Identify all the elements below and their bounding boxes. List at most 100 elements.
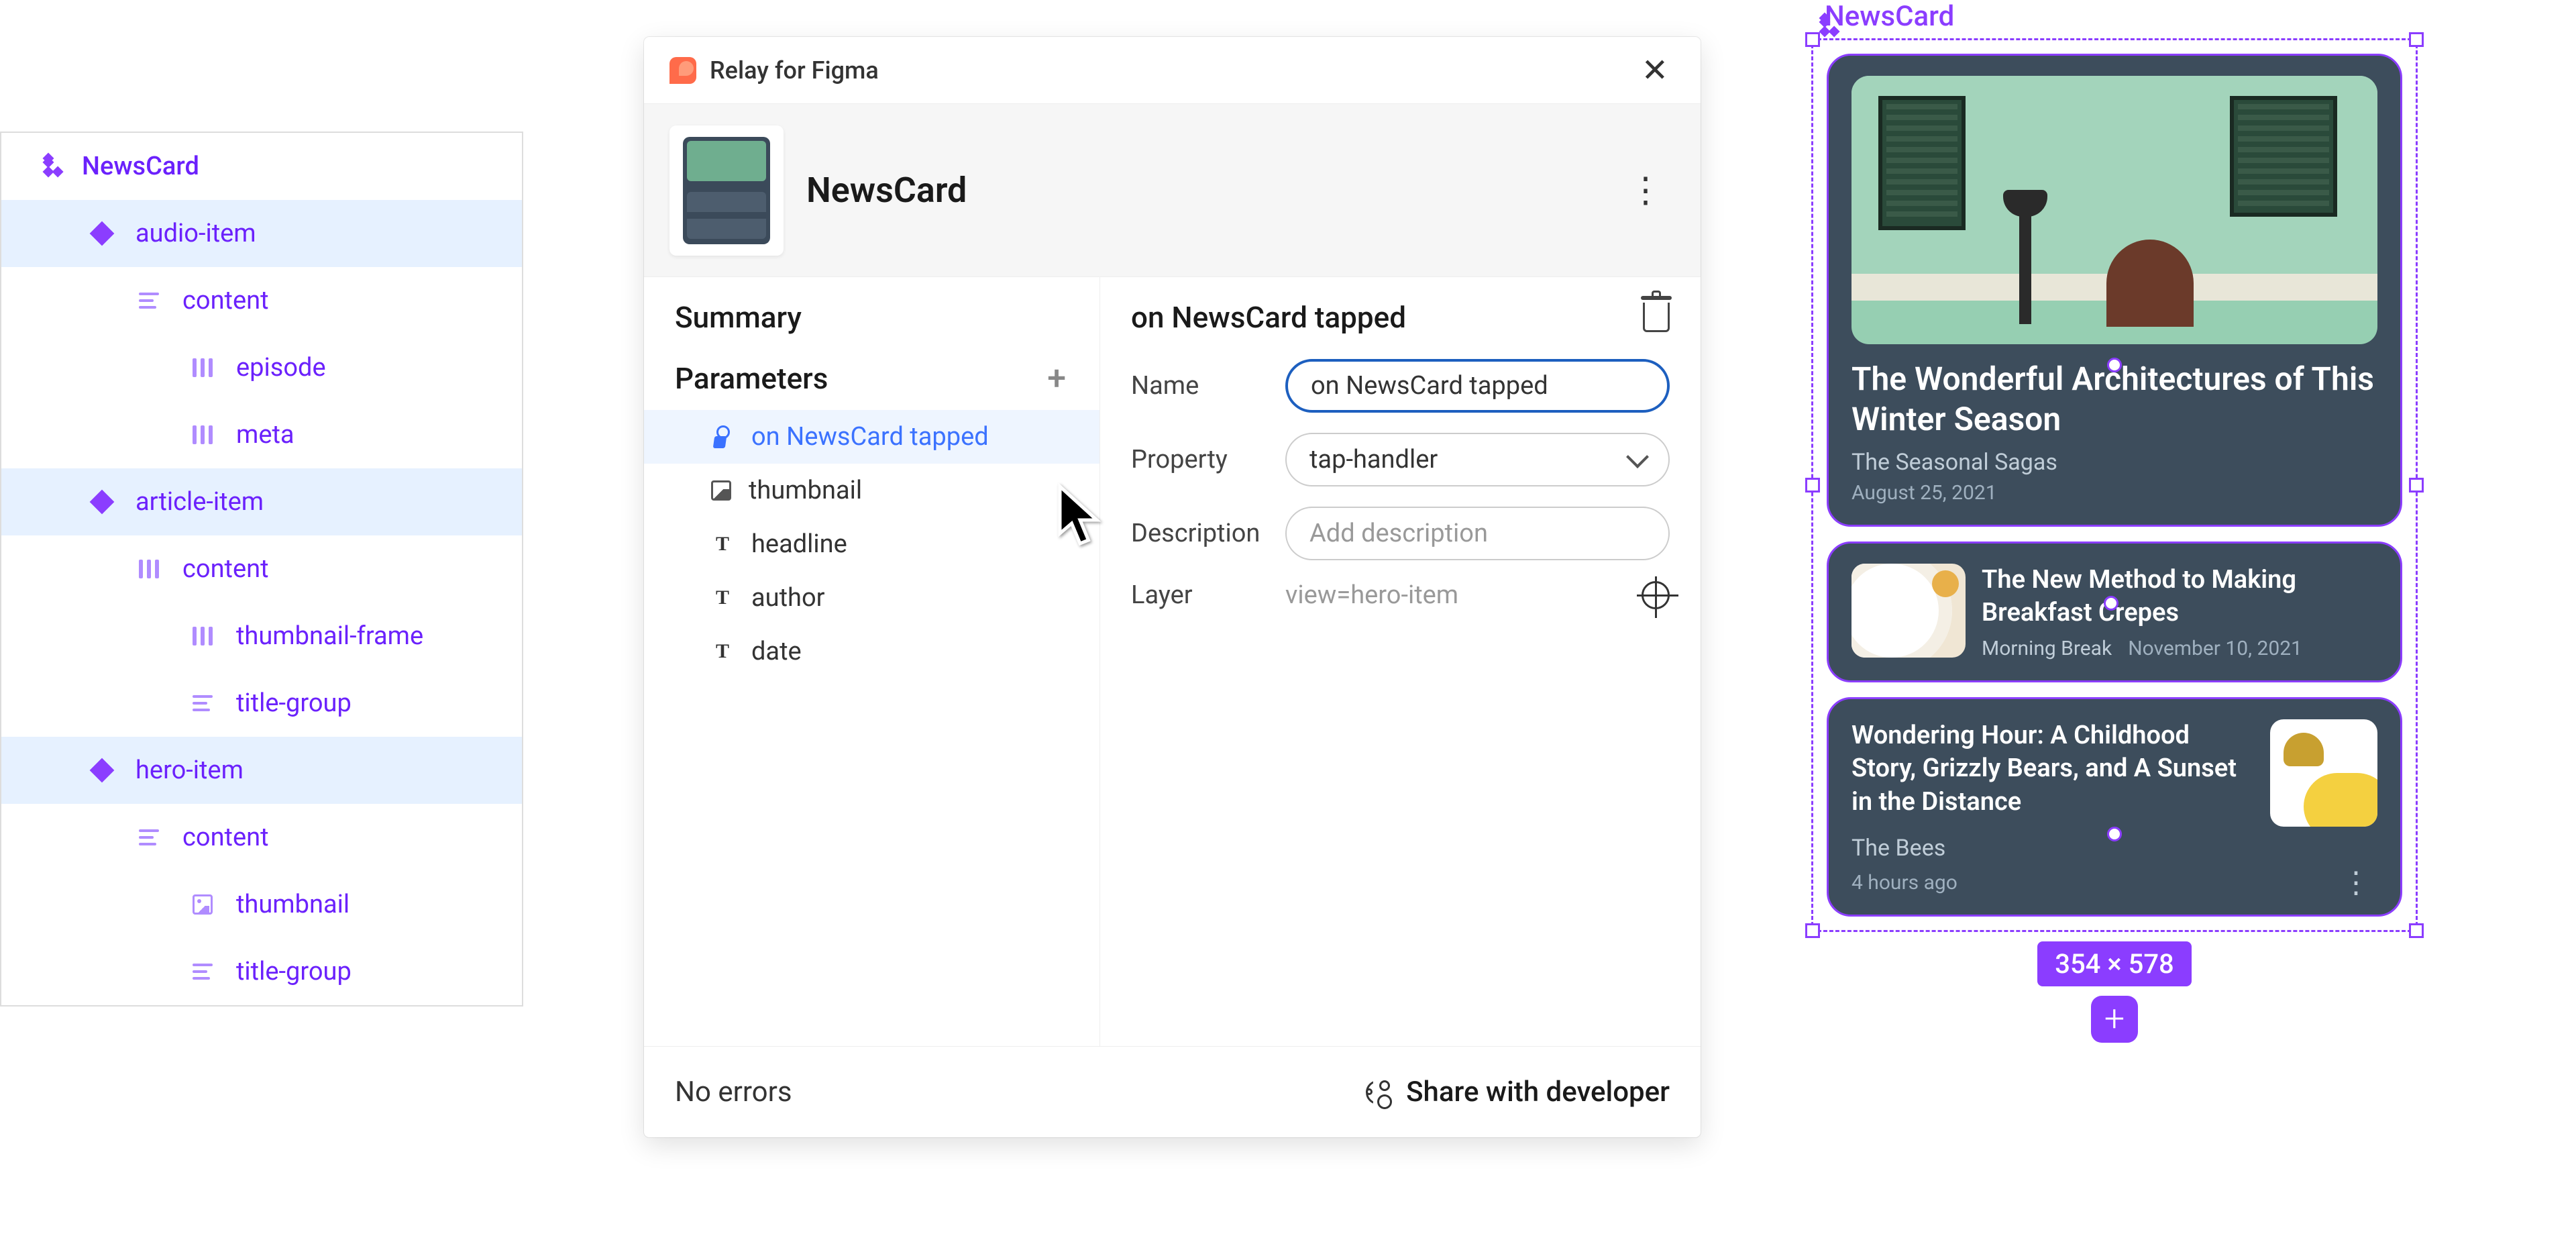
audio-date: 4 hours ago: [1851, 871, 1957, 894]
layer-row-meta[interactable]: meta: [1, 401, 522, 468]
layer-label: thumbnail-frame: [236, 621, 423, 651]
cols-icon: [136, 560, 162, 578]
layer-row-thumbnail[interactable]: thumbnail: [1, 871, 522, 938]
layer-row-title-group[interactable]: title-group: [1, 670, 522, 737]
param-label: author: [751, 583, 825, 613]
property-select[interactable]: tap-handler: [1285, 433, 1670, 486]
layer-label: content: [182, 286, 269, 315]
article-source: Morning Break: [1982, 637, 2112, 660]
layer-label: content: [182, 554, 269, 584]
layer-label: title-group: [236, 957, 352, 986]
parameter-detail-pane: on NewsCard tapped Name on NewsCard tapp…: [1100, 277, 1701, 1046]
more-menu-button[interactable]: ⋮: [1616, 163, 1675, 217]
cols-icon: [189, 358, 216, 377]
layer-label: article-item: [136, 487, 264, 517]
add-variant-button[interactable]: +: [2091, 996, 2138, 1043]
delete-parameter-button[interactable]: [1643, 303, 1670, 332]
hero-item[interactable]: The Wonderful Architectures of This Wint…: [1827, 54, 2402, 527]
bars-icon: [189, 964, 216, 980]
layer-row-content[interactable]: content: [1, 267, 522, 334]
parameter-detail-title: on NewsCard tapped: [1131, 300, 1406, 335]
newscard-component[interactable]: The Wonderful Architectures of This Wint…: [1827, 54, 2402, 917]
component-thumbnail: [669, 125, 784, 256]
layer-row-episode[interactable]: episode: [1, 334, 522, 401]
layer-row-content[interactable]: content: [1, 804, 522, 871]
parameters-heading: Parameters: [675, 361, 828, 396]
summary-tab[interactable]: Summary: [644, 300, 1099, 355]
resize-handle[interactable]: [1805, 32, 1820, 47]
relay-sidebar: Summary Parameters + on NewsCard tapped t…: [644, 277, 1100, 1046]
param-label: date: [751, 637, 802, 666]
audio-item[interactable]: Wondering Hour: A Childhood Story, Grizz…: [1827, 697, 2402, 917]
audio-thumbnail: [2270, 719, 2377, 827]
status-text: No errors: [675, 1076, 792, 1108]
layer-label: episode: [236, 353, 326, 382]
param-label: on NewsCard tapped: [751, 422, 989, 452]
layer-component-root[interactable]: NewsCard: [1, 133, 522, 200]
hero-source: The Seasonal Sagas: [1851, 449, 2377, 476]
frame-label[interactable]: NewsCard: [1815, 0, 2418, 33]
close-button[interactable]: ✕: [1635, 44, 1675, 96]
param-label: headline: [751, 529, 847, 559]
mouse-cursor-icon: [1057, 483, 1104, 553]
relay-plugin-panel: Relay for Figma ✕ NewsCard ⋮ Summary Par…: [644, 37, 1701, 1137]
bars-icon: [136, 829, 162, 845]
canvas-preview: NewsCard The Wonderful Architectures of …: [1811, 0, 2418, 1043]
plugin-header: Relay for Figma ✕: [644, 37, 1701, 104]
target-layer-button[interactable]: [1642, 581, 1670, 609]
share-button[interactable]: Share with developer: [1366, 1076, 1670, 1108]
diamond-icon: [89, 762, 115, 779]
param-row-date[interactable]: Tdate: [644, 625, 1099, 678]
cols-icon: [189, 627, 216, 645]
article-item[interactable]: The New Method to Making Breakfast Crepe…: [1827, 541, 2402, 682]
article-headline: The New Method to Making Breakfast Crepe…: [1982, 564, 2377, 630]
hero-date: August 25, 2021: [1851, 481, 2377, 505]
component-name: NewsCard: [806, 170, 967, 211]
img-icon: [189, 894, 216, 915]
param-row-author[interactable]: Tauthor: [644, 571, 1099, 625]
layer-label: content: [182, 823, 269, 852]
audio-more-button[interactable]: ⋮: [2334, 872, 2377, 894]
param-row-headline[interactable]: Theadline: [644, 517, 1099, 571]
name-input[interactable]: on NewsCard tapped: [1285, 359, 1670, 413]
layer-label: audio-item: [136, 219, 256, 248]
diamond-icon: [89, 225, 115, 242]
layers-panel: NewsCard audio-item content episode meta art…: [0, 132, 523, 1006]
layer-label-field: Layer: [1131, 580, 1272, 610]
plugin-title: Relay for Figma: [710, 56, 879, 85]
property-label: Property: [1131, 445, 1272, 474]
layer-row-article-item[interactable]: article-item: [1, 468, 522, 535]
resize-handle[interactable]: [1805, 923, 1820, 938]
resize-handle[interactable]: [1805, 478, 1820, 493]
relay-logo-icon: [669, 57, 696, 84]
layer-label: hero-item: [136, 756, 244, 785]
resize-handle[interactable]: [2409, 32, 2424, 47]
anchor-dot-icon: [2107, 827, 2122, 841]
cols-icon: [189, 425, 216, 444]
selection-frame[interactable]: The Wonderful Architectures of This Wint…: [1811, 38, 2418, 932]
share-icon: [1366, 1080, 1390, 1104]
param-row-thumbnail[interactable]: thumbnail: [644, 464, 1099, 517]
layer-value: view=hero-item: [1285, 580, 1628, 610]
layer-row-content[interactable]: content: [1, 535, 522, 603]
description-input[interactable]: Add description: [1285, 507, 1670, 560]
add-parameter-button[interactable]: +: [1040, 355, 1073, 402]
audio-headline: Wondering Hour: A Childhood Story, Grizz…: [1851, 719, 2254, 827]
anchor-dot-icon: [2107, 358, 2122, 372]
layer-label: meta: [236, 420, 294, 450]
param-label: thumbnail: [749, 476, 862, 505]
anchor-dot-icon: [2104, 596, 2118, 611]
resize-handle[interactable]: [2409, 478, 2424, 493]
layer-label: title-group: [236, 688, 352, 718]
layer-row-title-group[interactable]: title-group: [1, 938, 522, 1005]
resize-handle[interactable]: [2409, 923, 2424, 938]
article-thumbnail: [1851, 564, 1966, 658]
dimensions-badge: 354 × 578: [1811, 941, 2418, 986]
layer-label: thumbnail: [236, 890, 350, 919]
bars-icon: [136, 293, 162, 309]
layer-row-hero-item[interactable]: hero-item: [1, 737, 522, 804]
component-header: NewsCard ⋮: [644, 104, 1701, 277]
layer-row-thumbnail-frame[interactable]: thumbnail-frame: [1, 603, 522, 670]
layer-row-audio-item[interactable]: audio-item: [1, 200, 522, 267]
param-row-on-NewsCard-tapped[interactable]: on NewsCard tapped: [644, 410, 1099, 464]
